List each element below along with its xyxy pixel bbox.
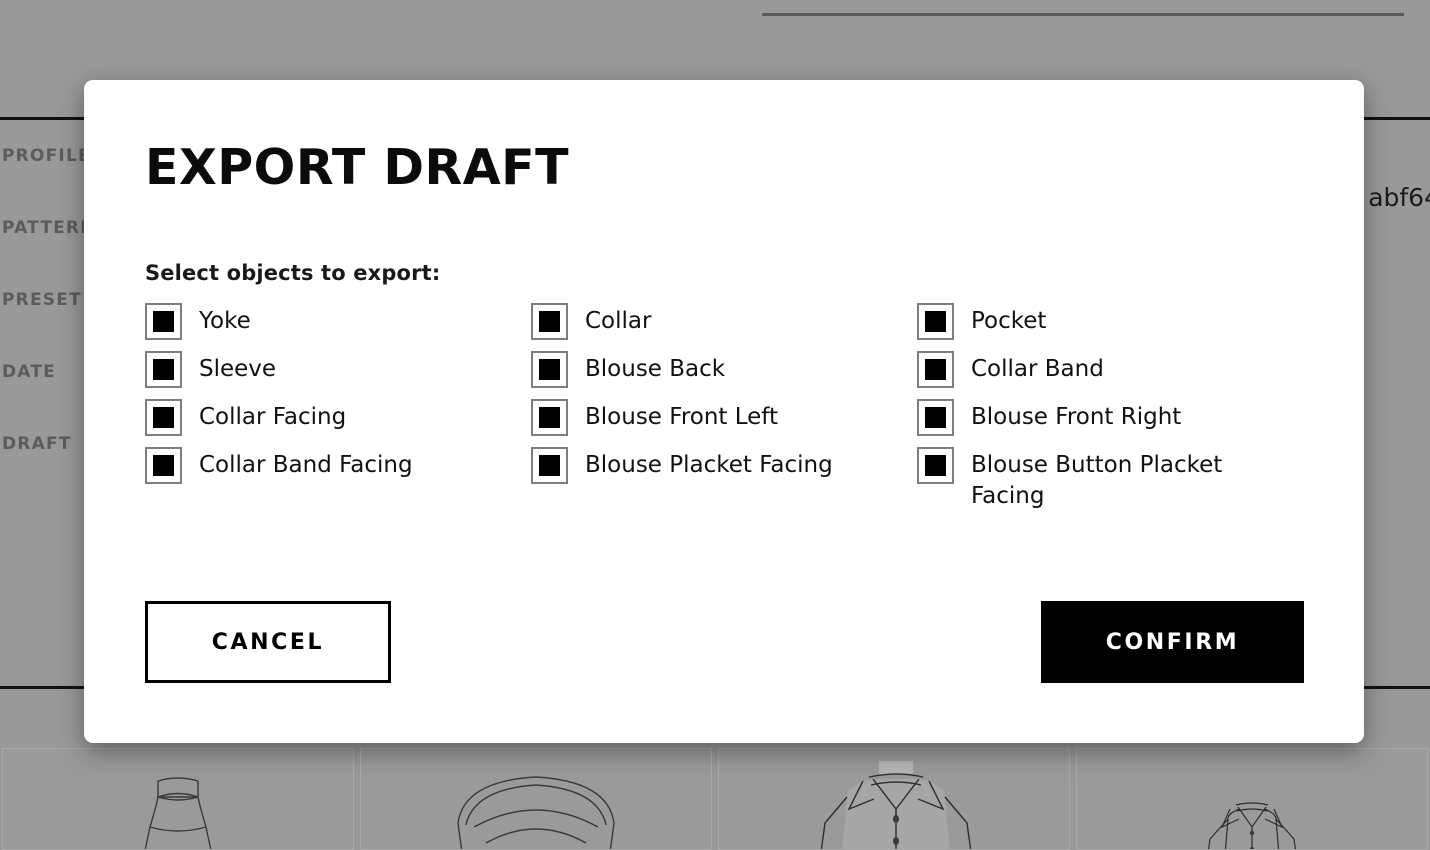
checkbox-checked-icon[interactable] <box>145 303 182 341</box>
checkbox-checked-icon[interactable] <box>145 399 182 437</box>
object-row-blouse-front-right[interactable]: Blouse Front Right <box>917 395 1303 443</box>
object-label: Blouse Front Right <box>971 404 1182 431</box>
object-row-collar-facing[interactable]: Collar Facing <box>145 395 531 443</box>
checkbox-checked-icon[interactable] <box>917 303 954 341</box>
object-label: Blouse Back <box>585 356 726 383</box>
object-row-sleeve[interactable]: Sleeve <box>145 347 531 395</box>
object-label: Pocket <box>971 308 1047 335</box>
object-label: Collar Facing <box>199 404 347 431</box>
object-label: Blouse Front Left <box>585 404 779 431</box>
checkbox-checked-icon[interactable] <box>917 351 954 389</box>
object-label: Yoke <box>199 308 251 335</box>
export-draft-dialog: EXPORT DRAFT Select objects to export: Y… <box>84 80 1364 743</box>
checkbox-checked-icon[interactable] <box>531 447 568 485</box>
object-label: Blouse Placket Facing <box>585 452 833 479</box>
selection-prompt: Select objects to export: <box>145 261 441 286</box>
checkbox-checked-icon[interactable] <box>531 399 568 437</box>
object-row-blouse-front-left[interactable]: Blouse Front Left <box>531 395 917 443</box>
checkbox-checked-icon[interactable] <box>145 351 182 389</box>
object-row-collar-band[interactable]: Collar Band <box>917 347 1303 395</box>
cancel-button[interactable]: CANCEL <box>145 601 391 683</box>
object-row-pocket[interactable]: Pocket <box>917 299 1303 347</box>
checkbox-checked-icon[interactable] <box>917 447 954 485</box>
object-label: Blouse Button Placket Facing <box>971 452 1223 510</box>
object-label: Collar Band Facing <box>199 452 413 479</box>
export-object-grid: Yoke Collar Pocket Sleeve Blouse Back Co… <box>145 299 1304 509</box>
confirm-button[interactable]: CONFIRM <box>1041 601 1304 683</box>
object-label: Sleeve <box>199 356 277 383</box>
checkbox-checked-icon[interactable] <box>917 399 954 437</box>
checkbox-checked-icon[interactable] <box>145 447 182 485</box>
object-row-blouse-back[interactable]: Blouse Back <box>531 347 917 395</box>
dialog-actions: CANCEL CONFIRM <box>145 601 1304 683</box>
object-row-blouse-button-placket-facing[interactable]: Blouse Button Placket Facing <box>917 443 1303 509</box>
object-row-blouse-placket-facing[interactable]: Blouse Placket Facing <box>531 443 917 491</box>
dialog-title: EXPORT DRAFT <box>145 139 570 196</box>
object-row-collar-band-facing[interactable]: Collar Band Facing <box>145 443 531 491</box>
object-row-collar[interactable]: Collar <box>531 299 917 347</box>
checkbox-checked-icon[interactable] <box>531 351 568 389</box>
object-row-yoke[interactable]: Yoke <box>145 299 531 347</box>
modal-overlay: EXPORT DRAFT Select objects to export: Y… <box>0 0 1430 850</box>
checkbox-checked-icon[interactable] <box>531 303 568 341</box>
object-label: Collar <box>585 308 652 335</box>
object-label: Collar Band <box>971 356 1104 383</box>
